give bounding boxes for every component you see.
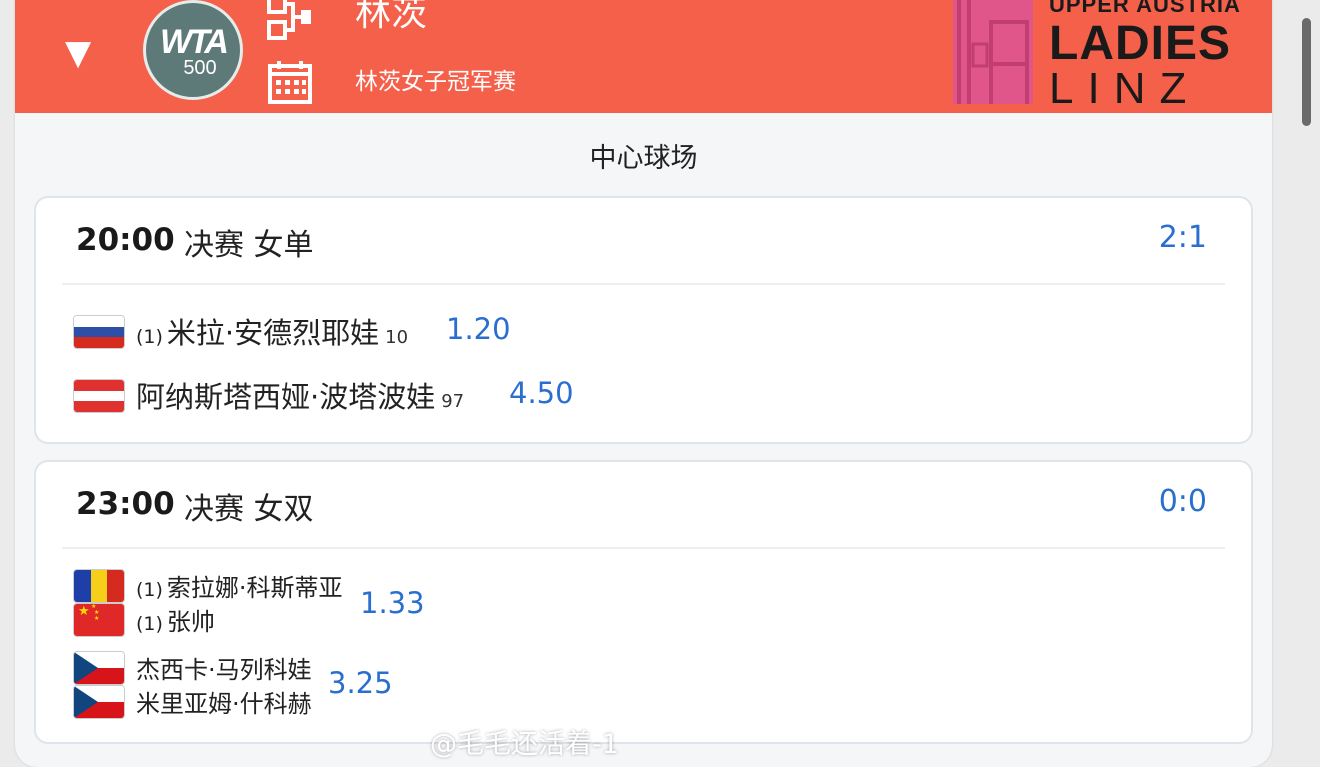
flag-romania-icon xyxy=(74,570,124,602)
calendar-icon[interactable] xyxy=(267,60,313,106)
match-time: 23:00 xyxy=(76,486,175,522)
watermark: @毛毛还活着-1 xyxy=(430,729,619,760)
tournament-logo-art xyxy=(953,0,1033,104)
chevron-down-icon[interactable]: ▼ xyxy=(65,36,91,70)
match-round: 决赛 女双 xyxy=(184,492,314,527)
divider xyxy=(62,283,1225,285)
match-score[interactable]: 2:1 xyxy=(1159,220,1207,255)
tournament-card: ▼ WTA 500 林茨 林茨女子冠军赛 UPPER AUSTRIA LADIE… xyxy=(15,0,1272,767)
flag-russia-icon xyxy=(74,316,124,348)
tournament-name: 林茨 xyxy=(355,0,428,34)
player-name[interactable]: 杰西卡·马列科娃 xyxy=(136,650,312,685)
flag-czech-icon xyxy=(74,652,124,684)
player-name[interactable]: (1) 米拉·安德烈耶娃 10 xyxy=(136,310,408,352)
match-card[interactable]: 20:00 决赛 女单 2:1 (1) 米拉·安德烈耶娃 10 1.20 阿纳斯塔西… xyxy=(34,196,1253,444)
tournament-full-name: 林茨女子冠军赛 xyxy=(355,69,516,95)
odds-value[interactable]: 1.20 xyxy=(446,312,511,346)
odds-value[interactable]: 1.33 xyxy=(360,586,425,620)
bracket-icon[interactable] xyxy=(267,0,313,46)
player-name[interactable]: 阿纳斯塔西娅·波塔波娃 97 xyxy=(136,374,464,416)
flag-austria-icon xyxy=(74,380,124,412)
match-round: 决赛 女单 xyxy=(184,228,314,263)
match-card[interactable]: 23:00 决赛 女双 0:0 (1) 索拉娜·科斯蒂亚 ★ ★ ★ ★ (1) 张… xyxy=(34,460,1253,744)
flag-china-icon: ★ ★ ★ ★ xyxy=(74,604,124,636)
odds-value[interactable]: 4.50 xyxy=(509,376,574,410)
match-time: 20:00 xyxy=(76,222,175,258)
odds-value[interactable]: 3.25 xyxy=(328,666,393,700)
tournament-header: ▼ WTA 500 林茨 林茨女子冠军赛 UPPER AUSTRIA LADIE… xyxy=(15,0,1272,113)
player-name[interactable]: 米里亚姆·什科赫 xyxy=(136,684,312,719)
divider xyxy=(62,547,1225,549)
player-name[interactable]: (1) 索拉娜·科斯蒂亚 xyxy=(136,568,343,603)
scrollbar[interactable] xyxy=(1302,18,1311,126)
court-title: 中心球场 xyxy=(589,143,698,174)
wta-500-logo: WTA 500 xyxy=(143,0,243,100)
flag-czech-icon xyxy=(74,686,124,718)
player-name[interactable]: (1) 张帅 xyxy=(136,602,215,637)
match-score[interactable]: 0:0 xyxy=(1159,484,1207,519)
